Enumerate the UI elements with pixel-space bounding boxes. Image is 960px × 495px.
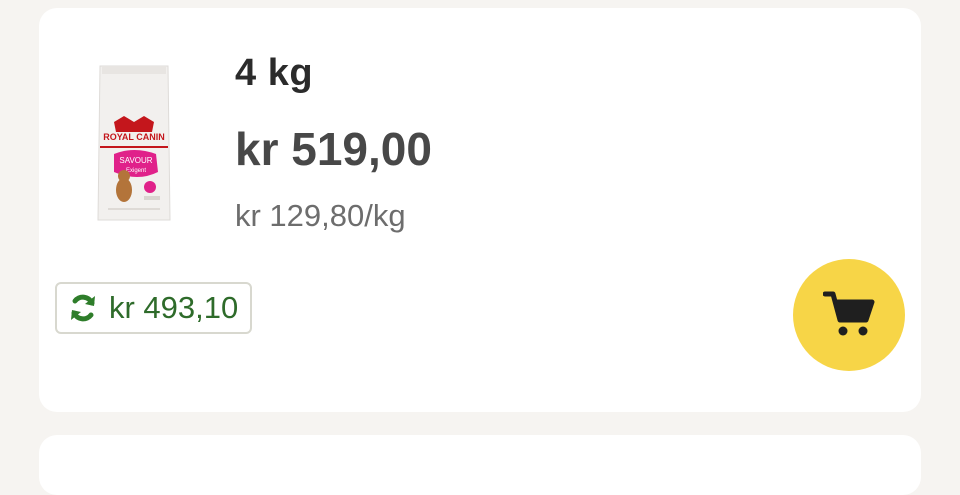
- product-card: ROYAL CANIN SAVOUR Exigent 4 kg kr 519,0…: [39, 8, 921, 412]
- cat-food-bag-image: ROYAL CANIN SAVOUR Exigent: [97, 65, 171, 221]
- add-to-cart-button[interactable]: [793, 259, 905, 371]
- subscription-price: kr 493,10: [109, 290, 239, 325]
- shopping-cart-icon: [822, 288, 875, 343]
- product-weight: 4 kg: [235, 52, 314, 94]
- svg-text:ROYAL CANIN: ROYAL CANIN: [103, 132, 165, 142]
- product-price: kr 519,00: [235, 123, 432, 175]
- subscription-price-badge[interactable]: kr 493,10: [55, 282, 253, 334]
- refresh-icon: [67, 292, 99, 324]
- next-product-card: [39, 435, 921, 495]
- svg-text:SAVOUR: SAVOUR: [119, 156, 152, 165]
- product-image[interactable]: ROYAL CANIN SAVOUR Exigent: [94, 62, 174, 228]
- product-unit-price: kr 129,80/kg: [235, 198, 406, 233]
